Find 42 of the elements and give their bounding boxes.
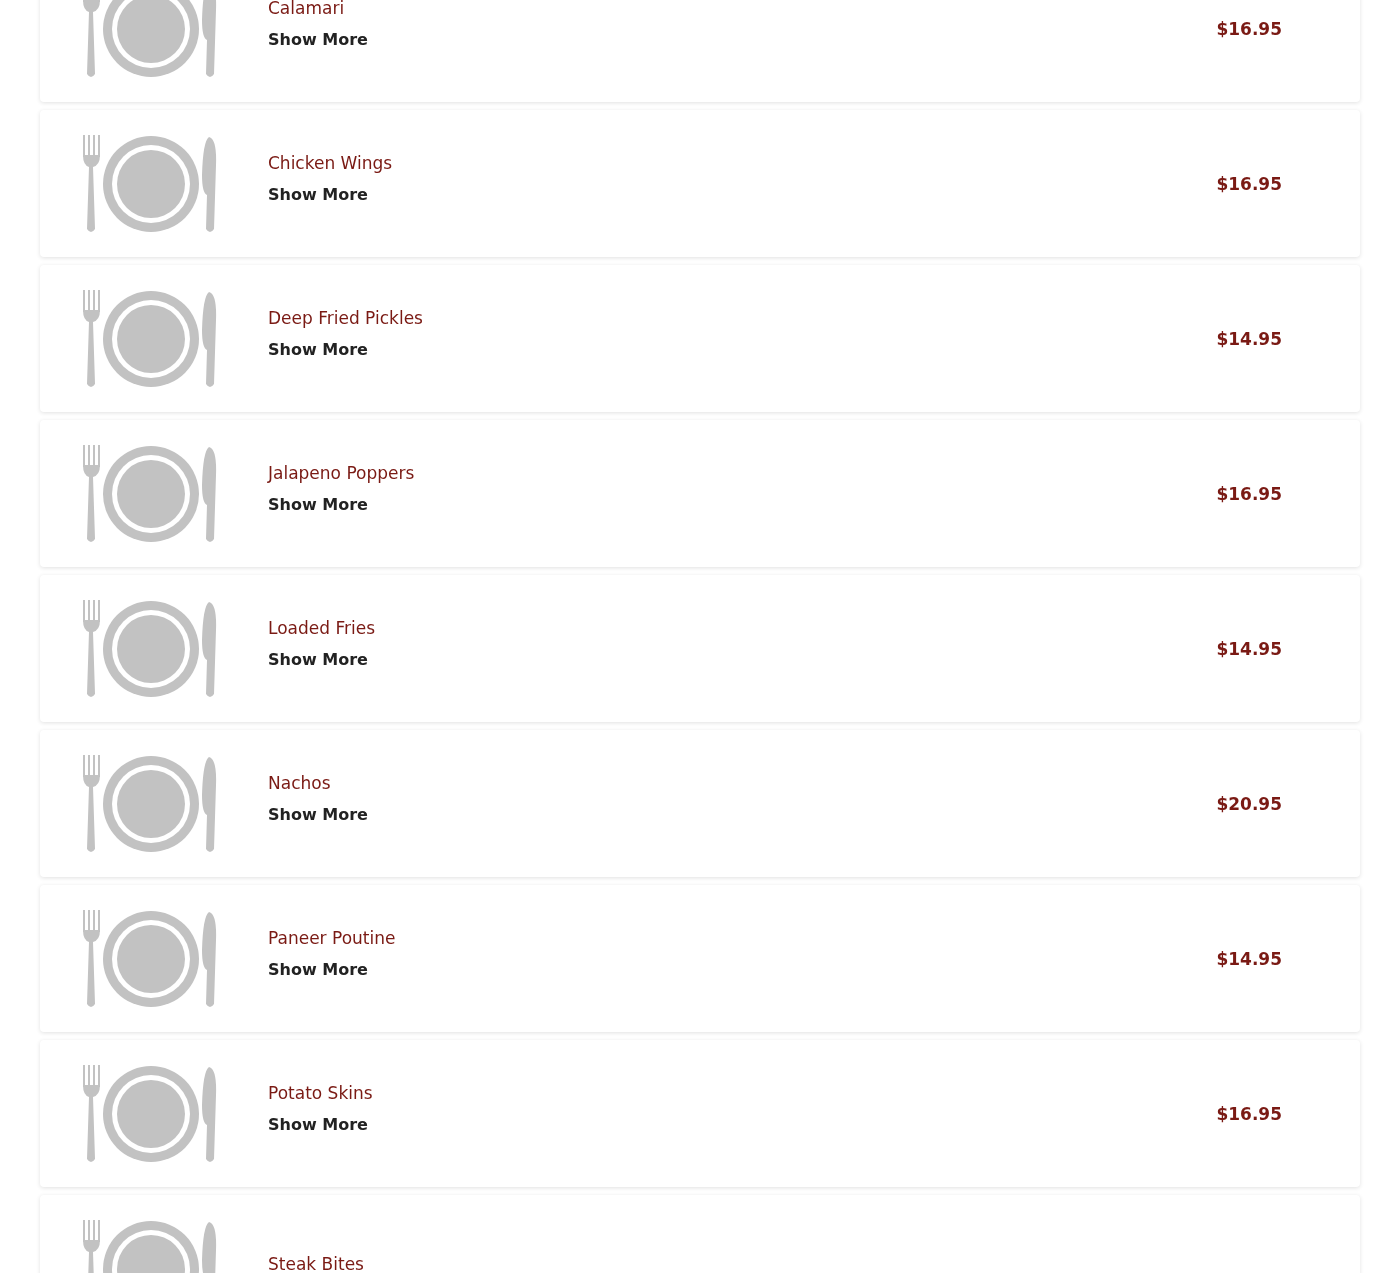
show-more-button[interactable]: Show More [268,960,368,979]
item-name: Calamari [268,0,345,18]
show-more-button[interactable]: Show More [268,1115,368,1134]
item-price: $16.95 [1216,18,1282,39]
item-price: $16.95 [1216,1103,1282,1124]
item-name: Paneer Poutine [268,928,396,948]
plate-cutlery-icon [83,754,217,853]
menu-item-card[interactable]: Steak Bites [40,1195,1360,1273]
item-name: Jalapeno Poppers [268,463,415,483]
item-price: $14.95 [1216,638,1282,659]
item-price: $20.95 [1216,793,1282,814]
menu-item-card[interactable]: Potato Skins Show More $16.95 [40,1040,1360,1187]
show-more-button[interactable]: Show More [268,650,368,669]
plate-cutlery-icon [83,134,217,233]
menu-item-card[interactable]: Chicken Wings Show More $16.95 [40,110,1360,257]
plate-cutlery-icon [83,444,217,543]
menu-item-card[interactable]: Deep Fried Pickles Show More $14.95 [40,265,1360,412]
item-price: $16.95 [1216,173,1282,194]
show-more-button[interactable]: Show More [268,30,368,49]
show-more-button[interactable]: Show More [268,805,368,824]
item-name: Nachos [268,773,331,793]
item-name: Deep Fried Pickles [268,308,423,328]
show-more-button[interactable]: Show More [268,340,368,359]
show-more-button[interactable]: Show More [268,185,368,204]
item-name: Chicken Wings [268,153,393,173]
menu-item-card[interactable]: Calamari Show More $16.95 [40,0,1360,102]
plate-cutlery-icon [83,909,217,1008]
plate-cutlery-icon [83,599,217,698]
menu-item-card[interactable]: Loaded Fries Show More $14.95 [40,575,1360,722]
item-price: $16.95 [1216,483,1282,504]
item-name: Potato Skins [268,1083,373,1103]
show-more-button[interactable]: Show More [268,495,368,514]
item-name: Loaded Fries [268,618,375,638]
menu-item-card[interactable]: Paneer Poutine Show More $14.95 [40,885,1360,1032]
plate-cutlery-icon [83,0,217,78]
menu-item-card[interactable]: Jalapeno Poppers Show More $16.95 [40,420,1360,567]
item-name: Steak Bites [268,1253,364,1273]
item-price: $14.95 [1216,948,1282,969]
item-price: $14.95 [1216,328,1282,349]
plate-cutlery-icon [83,289,217,388]
plate-cutlery-icon [83,1064,217,1163]
menu-item-card[interactable]: Nachos Show More $20.95 [40,730,1360,877]
